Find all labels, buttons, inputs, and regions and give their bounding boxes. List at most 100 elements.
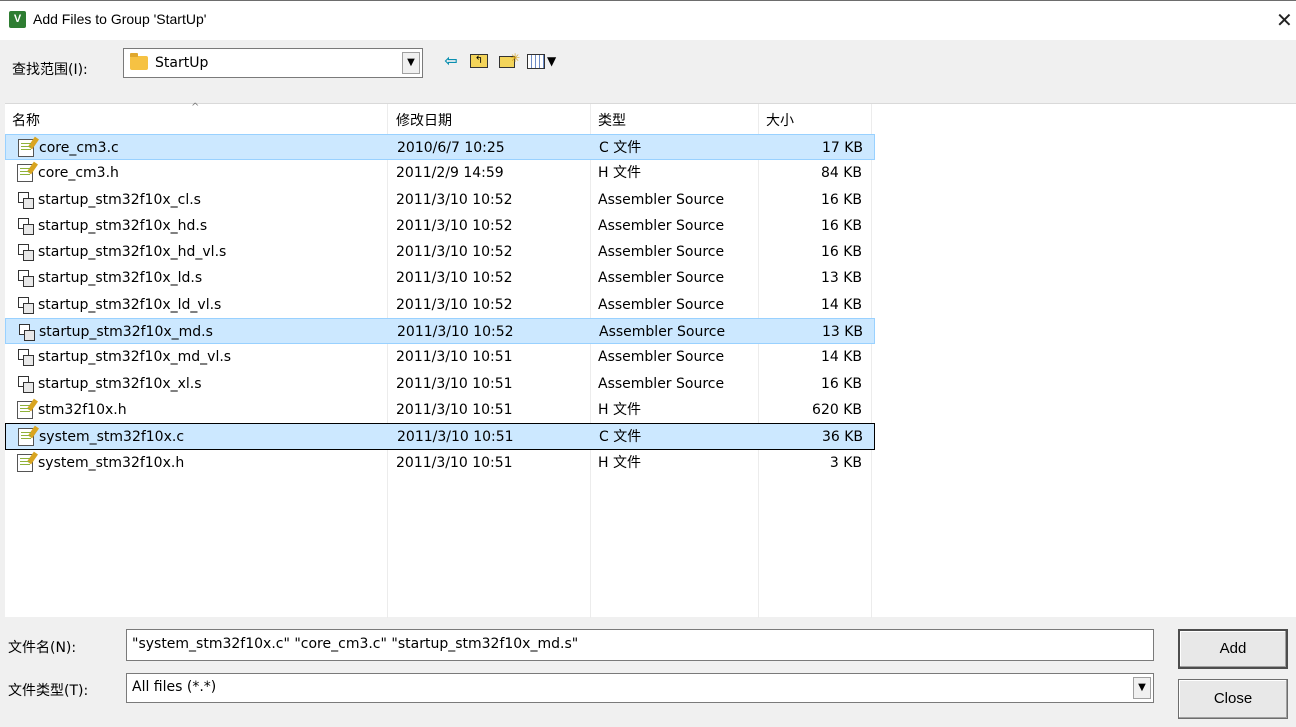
file-size: 16 KB (820, 191, 862, 208)
file-name: startup_stm32f10x_xl.s (38, 375, 202, 392)
column-header-size-label: 大小 (766, 113, 794, 129)
column-header-size[interactable]: 大小 (758, 104, 871, 134)
column-header-date[interactable]: 修改日期 (387, 104, 590, 134)
file-size: 16 KB (820, 244, 862, 261)
look-in-combo[interactable]: StartUp ▼ (123, 48, 423, 78)
view-menu-icon[interactable]: ▼ (526, 50, 560, 72)
file-type: Assembler Source (598, 191, 725, 208)
file-name: startup_stm32f10x_md_vl.s (38, 349, 232, 366)
file-name: startup_stm32f10x_ld_vl.s (38, 296, 222, 313)
file-date: 2010/6/7 10:25 (397, 140, 505, 156)
asm-file-icon (17, 375, 34, 393)
asm-file-icon (17, 191, 34, 209)
file-row[interactable]: system_stm32f10x.h 2011/3/10 10:51 H 文件 3 K… (5, 450, 875, 476)
file-size: 13 KB (820, 270, 862, 287)
file-row[interactable]: stm32f10x.h 2011/3/10 10:51 H 文件 620 KB (5, 397, 875, 423)
file-type: C 文件 (599, 429, 642, 446)
file-row[interactable]: core_cm3.h 2011/2/9 14:59 H 文件 84 KB (5, 160, 875, 186)
file-row[interactable]: startup_stm32f10x_cl.s 2011/3/10 10:52 Ass… (5, 187, 875, 213)
asm-file-icon (17, 243, 34, 262)
h-file-icon (17, 453, 33, 472)
back-arrow-icon[interactable]: ⇦ (441, 50, 461, 72)
file-row[interactable]: core_cm3.c 2010/6/7 10:25 C 文件 17 KB (5, 134, 875, 161)
file-size: 13 KB (821, 324, 863, 341)
file-type: Assembler Source (599, 324, 726, 341)
file-type: C 文件 (599, 140, 642, 156)
file-size: 16 KB (820, 375, 862, 392)
file-name: startup_stm32f10x_ld.s (38, 270, 203, 287)
file-date: 2011/3/10 10:52 (396, 244, 513, 261)
file-date: 2011/3/10 10:52 (396, 296, 513, 313)
file-row[interactable]: startup_stm32f10x_hd_vl.s 2011/3/10 10:52… (5, 239, 875, 265)
file-rows: core_cm3.c 2010/6/7 10:25 C 文件 17 KB core_cm… (5, 134, 875, 476)
c-file-icon (18, 428, 34, 447)
chevron-down-icon[interactable]: ▼ (402, 52, 420, 74)
file-name: stm32f10x.h (38, 401, 127, 418)
file-size: 84 KB (820, 165, 862, 182)
title-bar: V Add Files to Group 'StartUp' ✕ (0, 0, 1296, 40)
file-row[interactable]: startup_stm32f10x_md_vl.s 2011/3/10 10:51… (5, 344, 875, 370)
column-header-date-label: 修改日期 (396, 113, 452, 129)
file-name: startup_stm32f10x_hd_vl.s (38, 244, 227, 261)
file-row[interactable]: startup_stm32f10x_hd.s 2011/3/10 10:52 Ass… (5, 213, 875, 239)
file-date: 2011/3/10 10:51 (396, 349, 513, 366)
h-file-icon (17, 164, 33, 183)
file-date: 2011/3/10 10:51 (396, 454, 513, 471)
asm-file-icon (18, 323, 35, 342)
column-header-name[interactable]: 名称 ^ (5, 102, 387, 134)
file-name: startup_stm32f10x_md.s (39, 324, 213, 341)
file-row[interactable]: startup_stm32f10x_ld_vl.s 2011/3/10 10:52… (5, 292, 875, 318)
column-header-type[interactable]: 类型 (590, 104, 758, 134)
file-date: 2011/3/10 10:52 (396, 191, 513, 208)
file-type: H 文件 (598, 165, 641, 182)
file-size: 14 KB (820, 349, 862, 366)
new-folder-icon[interactable]: ✳ (498, 50, 520, 72)
up-one-level-icon[interactable]: ↰ (469, 50, 491, 72)
file-name: core_cm3.c (39, 140, 119, 156)
filename-label: 文件名(N): (8, 640, 77, 656)
file-row[interactable]: startup_stm32f10x_md.s 2011/3/10 10:52 Ass… (5, 318, 875, 345)
add-button[interactable]: Add (1178, 629, 1288, 669)
file-date: 2011/2/9 14:59 (396, 165, 504, 182)
file-type: Assembler Source (598, 270, 725, 287)
file-row[interactable]: startup_stm32f10x_xl.s 2011/3/10 10:51 Ass… (5, 371, 875, 397)
asm-file-icon (17, 217, 34, 235)
file-name: system_stm32f10x.c (39, 429, 185, 446)
filetype-select[interactable]: All files (*.*) ▼ (126, 673, 1154, 703)
chevron-down-icon[interactable]: ▼ (1133, 677, 1151, 699)
file-row[interactable]: system_stm32f10x.c 2011/3/10 10:51 C 文件 36 … (5, 423, 875, 450)
close-button[interactable]: Close (1178, 679, 1288, 719)
file-size: 17 KB (821, 140, 863, 156)
file-type: Assembler Source (598, 296, 725, 313)
file-size: 14 KB (820, 296, 862, 313)
file-size: 16 KB (820, 217, 862, 234)
file-date: 2011/3/10 10:51 (397, 429, 514, 446)
close-window-icon[interactable]: ✕ (1276, 7, 1296, 33)
file-type: Assembler Source (598, 244, 725, 261)
folder-icon (130, 53, 148, 70)
column-header-name-label: 名称 (12, 113, 40, 129)
file-type: Assembler Source (598, 217, 725, 234)
keil-app-icon: V (9, 11, 26, 28)
file-size: 36 KB (821, 429, 863, 446)
filetype-label: 文件类型(T): (8, 683, 89, 699)
look-in-label: 查找范围(I): (12, 62, 88, 78)
filename-input[interactable]: "system_stm32f10x.c" "core_cm3.c" "start… (126, 629, 1154, 661)
column-header-type-label: 类型 (598, 113, 626, 129)
file-row[interactable]: startup_stm32f10x_ld.s 2011/3/10 10:52 Ass… (5, 265, 875, 291)
file-date: 2011/3/10 10:52 (396, 270, 513, 287)
file-type: H 文件 (598, 401, 641, 418)
asm-file-icon (17, 296, 34, 314)
file-size: 620 KB (812, 401, 862, 418)
file-list-view[interactable]: 名称 ^ 修改日期 类型 大小 core_cm3.c 2010/6/7 10:25… (5, 102, 1296, 618)
file-name: system_stm32f10x.h (38, 454, 185, 471)
filetype-value: All files (*.*) (132, 679, 217, 695)
asm-file-icon (17, 348, 34, 367)
file-name: core_cm3.h (38, 165, 119, 182)
file-date: 2011/3/10 10:51 (396, 401, 513, 418)
file-type: Assembler Source (598, 375, 725, 392)
h-file-icon (17, 400, 33, 419)
sort-ascending-icon: ^ (191, 102, 200, 113)
file-date: 2011/3/10 10:52 (396, 217, 513, 234)
asm-file-icon (17, 269, 34, 288)
